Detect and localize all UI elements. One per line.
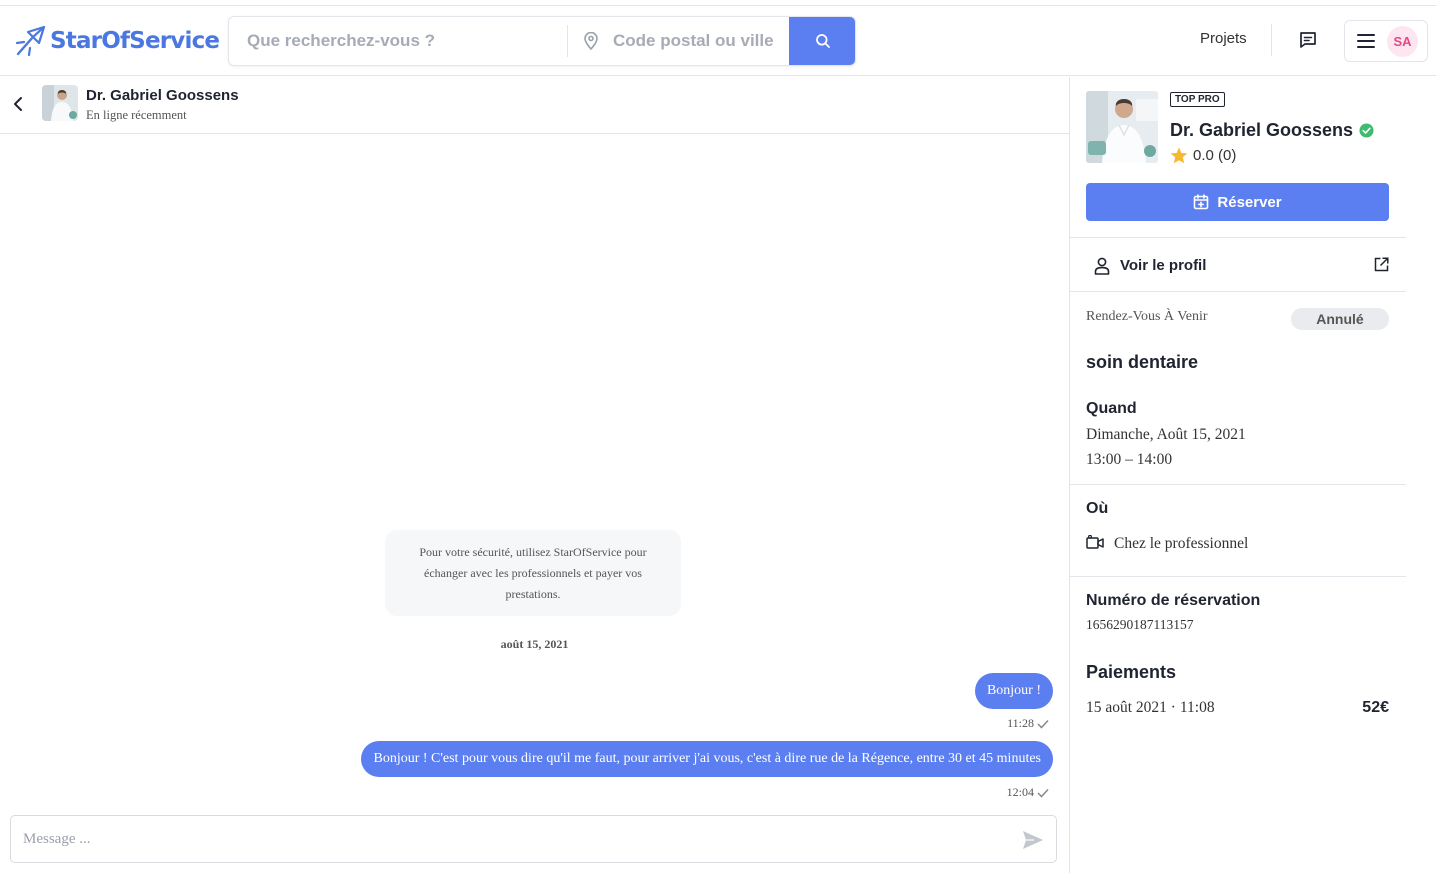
when-date: Dimanche, Août 15, 2021 [1086,426,1246,443]
nav-divider [1271,24,1272,56]
where-value: Chez le professionnel [1114,535,1249,552]
verified-check-icon [1359,123,1374,138]
booking-number-value: 1656290187113157 [1086,617,1194,632]
top-pro-badge: TOP PRO [1170,92,1225,107]
view-profile-link[interactable]: Voir le profil [1086,238,1389,291]
pro-name-text: Dr. Gabriel Goossens [1170,120,1354,140]
when-heading: Quand [1086,400,1137,417]
message-time: 12:04 [1006,785,1034,799]
star-icon [1170,147,1188,164]
user-menu-button[interactable]: SA [1344,20,1428,62]
location-input[interactable] [605,17,789,65]
calendar-add-icon [1194,194,1209,210]
external-link-icon [1374,257,1389,272]
panel-divider [1070,291,1406,292]
search-button[interactable] [789,17,855,65]
search-icon [816,34,830,48]
payments-heading: Paiements [1086,662,1177,682]
pro-rating: 0.0 (0) [1170,147,1236,164]
date-separator: août 15, 2021 [500,637,569,651]
panel-divider [1070,484,1406,485]
service-title: soin dentaire [1086,352,1199,372]
when-time: 13:00 – 14:00 [1086,451,1173,468]
pro-profile-photo[interactable] [1086,91,1158,163]
chat-header: Dr. Gabriel Goossens En ligne récemment [0,77,1069,134]
rating-value: 0.0 (0) [1193,147,1237,164]
message-input[interactable] [23,816,1003,862]
booking-number-heading: Numéro de réservation [1086,592,1261,609]
security-notice: Pour votre sécurité, utilisez StarOfServ… [385,530,681,616]
panel-divider [1070,576,1406,577]
check-icon [1037,788,1049,798]
appointment-status-badge: Annulé [1291,308,1389,330]
message-time: 11:28 [1007,716,1034,730]
menu-icon [1357,34,1375,48]
message-icon[interactable] [1298,30,1318,50]
person-icon [1094,257,1110,275]
send-icon[interactable] [1022,830,1044,850]
message-bubble: Bonjour ! C'est pour vous dire qu'il me … [361,741,1053,777]
brand-logo[interactable]: StarOfService [14,23,220,59]
user-avatar: SA [1387,26,1418,57]
where-heading: Où [1086,500,1109,517]
pin-icon [584,32,598,50]
search-divider [567,25,568,57]
message-timestamp: 12:04 [1007,785,1049,800]
pro-photo-image [1086,91,1158,163]
view-profile-label: Voir le profil [1120,257,1207,274]
appointment-label: Rendez-Vous À Venir [1086,309,1208,324]
check-icon [1037,719,1049,729]
message-timestamp: 11:28 [1007,716,1049,731]
search-bar [228,16,856,66]
chat-online-status: En ligne récemment [86,108,187,122]
nav-projets-link[interactable]: Projets [1200,30,1247,47]
brand-name: StarOfService [50,28,220,54]
search-input[interactable] [229,17,567,65]
pro-name-heading: Dr. Gabriel Goossens [1170,120,1374,141]
message-bubble: Bonjour ! [974,673,1053,709]
top-header: StarOfService Projets SA [0,6,1436,76]
booking-side-panel: TOP PRO Dr. Gabriel Goossens 0.0 (0) Rés… [1069,77,1436,873]
back-arrow-icon[interactable] [10,95,26,113]
reserve-button[interactable]: Réserver [1086,183,1389,221]
message-composer [10,815,1057,863]
video-camera-icon [1086,535,1104,549]
pro-avatar[interactable] [42,85,78,121]
pro-photo-image [42,85,78,121]
chat-pro-name[interactable]: Dr. Gabriel Goossens [86,87,239,104]
chat-messages-area: Pour votre sécurité, utilisez StarOfServ… [0,134,1069,873]
payment-date: 15 août 2021 · 11:08 [1086,699,1215,716]
reserve-button-label: Réserver [1217,193,1282,211]
star-logo-icon [15,25,46,57]
payment-amount: 52€ [1362,699,1389,716]
